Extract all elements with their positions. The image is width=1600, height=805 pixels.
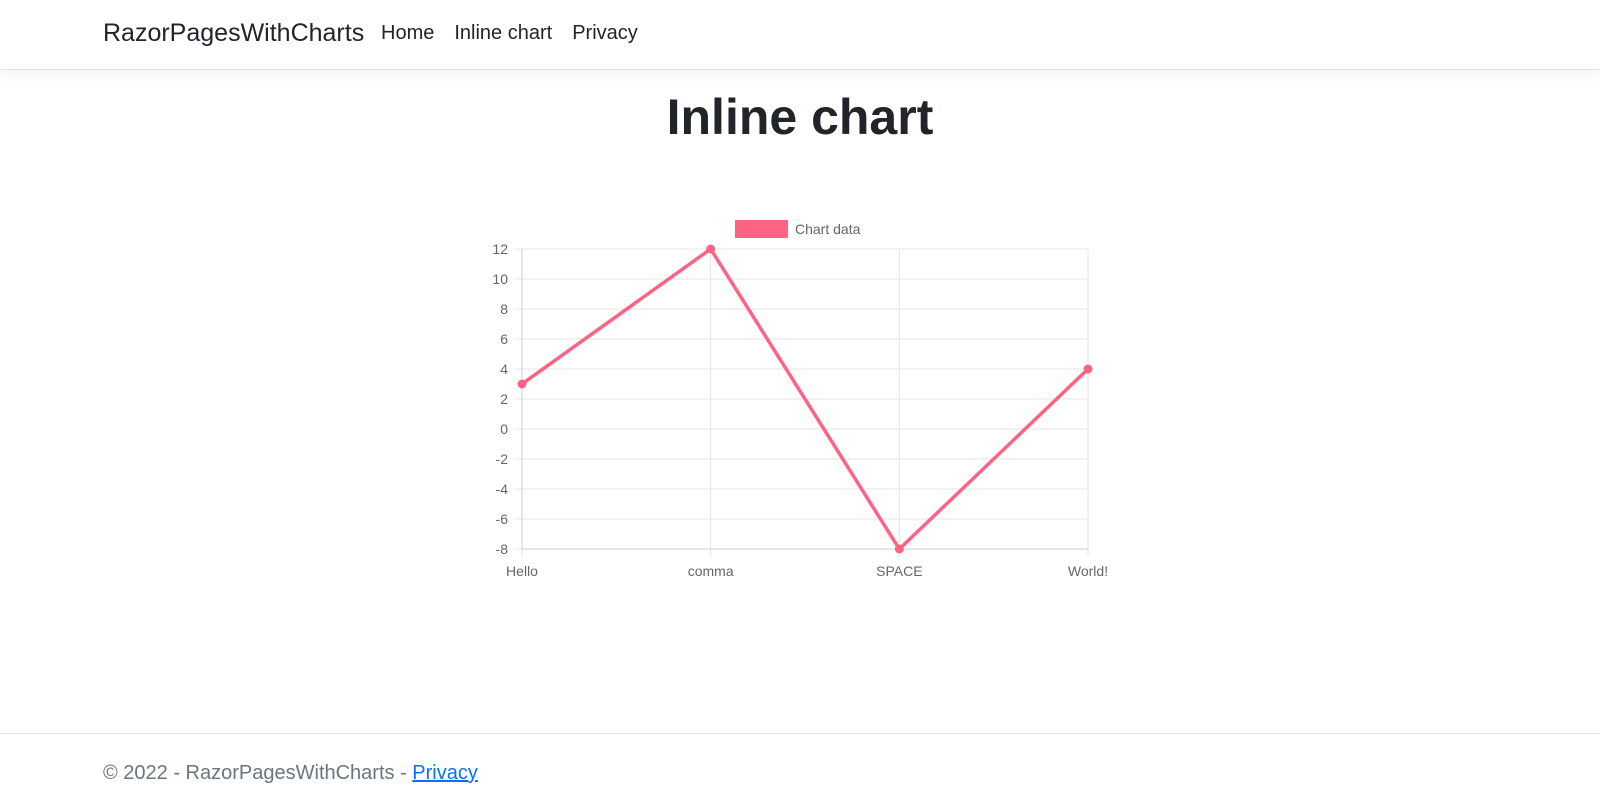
footer-privacy-link[interactable]: Privacy [412,762,478,784]
x-tick-label: comma [688,563,734,579]
y-tick-label: 2 [500,391,508,407]
chart-legend[interactable]: Chart data [735,220,861,238]
y-tick-label: 0 [500,421,508,437]
x-tick-label: World! [1068,563,1108,579]
y-tick-label: 6 [500,331,508,347]
chart-grid [514,248,1089,557]
x-axis-ticks: Hello comma SPACE World! [506,563,1108,579]
y-tick-label: -4 [496,481,509,497]
y-tick-label: 10 [492,271,508,287]
line-chart: Chart data 12 10 8 6 4 2 0 -2 -4 -6 -8 Hello comma S… [492,220,1108,579]
data-point[interactable] [1083,364,1093,374]
legend-swatch [735,220,788,238]
y-tick-label: 8 [500,301,508,317]
y-tick-label: 12 [492,241,508,257]
y-tick-label: 4 [500,361,508,377]
y-tick-label: -2 [496,451,509,467]
data-point[interactable] [894,544,904,554]
legend-label: Chart data [795,221,861,237]
data-point[interactable] [517,379,527,389]
y-tick-label: -8 [496,541,509,557]
data-point[interactable] [706,244,716,254]
y-tick-label: -6 [496,511,509,527]
footer-text: © 2022 - RazorPagesWithCharts - Privacy [103,762,478,785]
y-axis-ticks: 12 10 8 6 4 2 0 -2 -4 -6 -8 [492,241,508,557]
x-tick-label: SPACE [876,563,922,579]
footer: © 2022 - RazorPagesWithCharts - Privacy [0,733,1600,805]
footer-copyright: © 2022 - RazorPagesWithCharts - [103,762,413,784]
x-tick-label: Hello [506,563,538,579]
